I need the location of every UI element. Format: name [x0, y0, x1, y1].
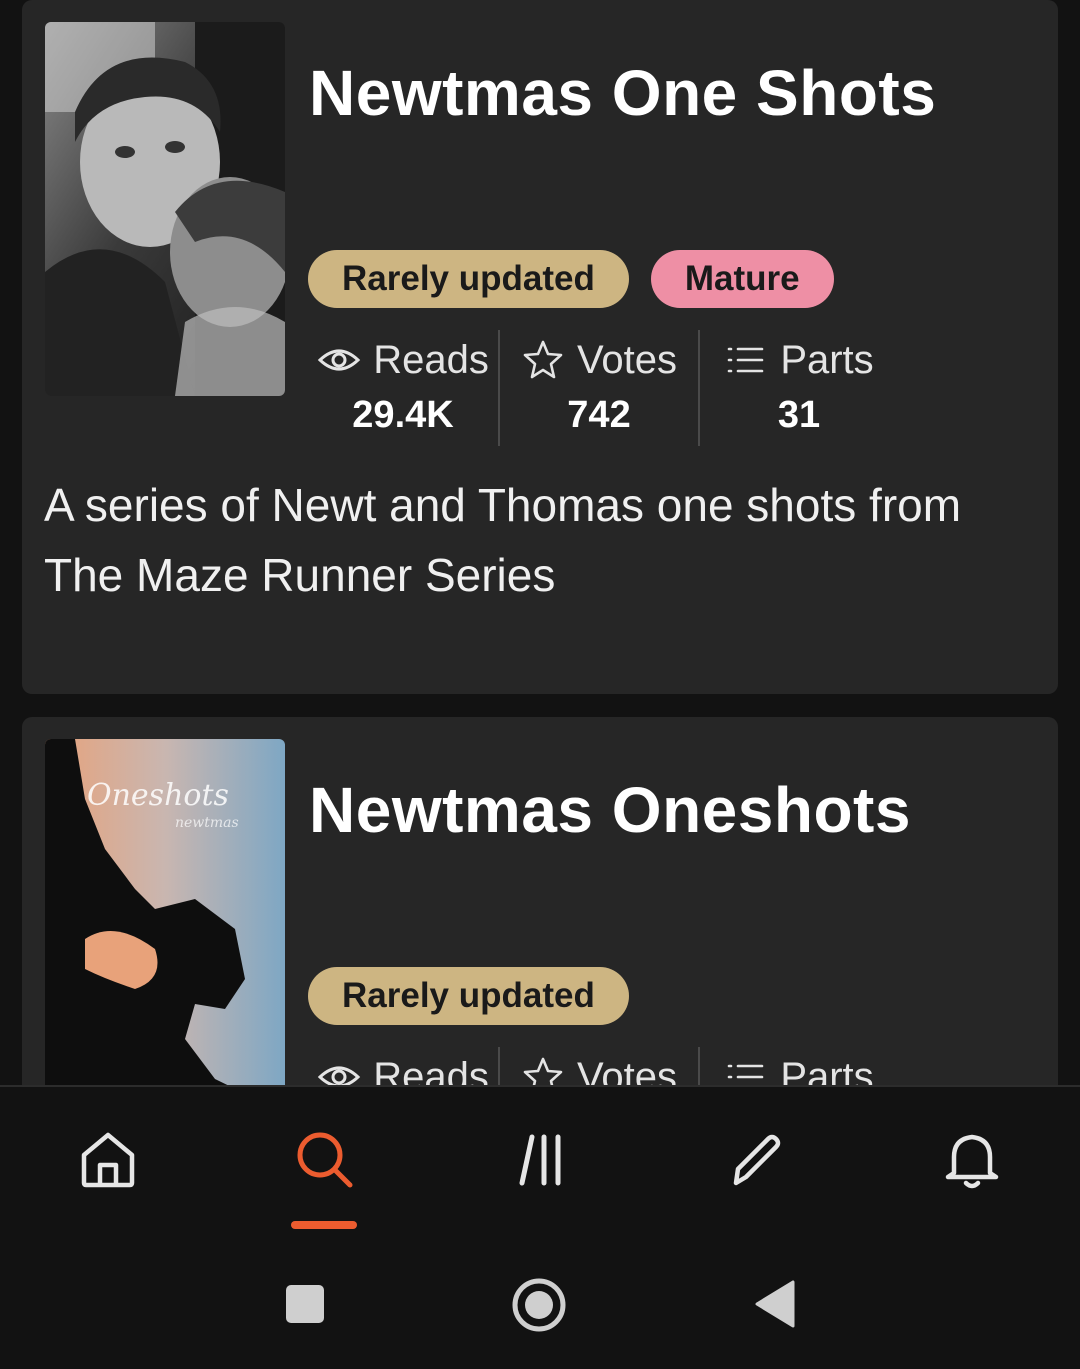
- story-stats: Reads 29.4K Votes 742 Parts 31: [308, 330, 898, 446]
- story-card[interactable]: Newtmas One Shots Rarely updated Mature …: [22, 0, 1058, 694]
- reads-label: Reads: [373, 1054, 489, 1086]
- votes-stat: Votes: [498, 1047, 698, 1085]
- tab-search[interactable]: [279, 1127, 369, 1217]
- story-description: A series of Newt and Thomas one shots fr…: [44, 479, 962, 601]
- back-triangle-icon: [755, 1280, 795, 1328]
- parts-stat: Parts: [698, 1047, 898, 1085]
- reads-stat: Reads 29.4K: [308, 330, 498, 446]
- tab-write[interactable]: [711, 1127, 801, 1217]
- home-icon: [81, 1132, 135, 1188]
- bottom-tab-bar: [0, 1085, 1080, 1240]
- star-icon: [523, 1057, 563, 1085]
- story-feed: Newtmas One Shots Rarely updated Mature …: [0, 0, 1080, 1085]
- system-navigation-bar: [0, 1240, 1080, 1369]
- search-icon: [297, 1132, 353, 1188]
- parts-count: 31: [777, 394, 821, 436]
- eye-icon: [318, 1066, 361, 1085]
- votes-label: Votes: [576, 1054, 678, 1086]
- reads-stat: Reads: [308, 1047, 498, 1085]
- tag-mature: Mature: [650, 250, 834, 308]
- reads-label: Reads: [373, 337, 489, 382]
- cover-subtitle-text: newtmas: [175, 815, 239, 831]
- story-title[interactable]: Newtmas Oneshots: [309, 773, 911, 847]
- tag-rarely-updated: Rarely updated: [308, 250, 629, 308]
- eye-icon: [318, 349, 361, 371]
- write-icon: [733, 1134, 781, 1186]
- list-icon: [728, 347, 764, 373]
- recents-button[interactable]: [281, 1280, 329, 1328]
- tab-notifications[interactable]: [927, 1127, 1017, 1217]
- active-tab-indicator: [291, 1221, 357, 1229]
- tab-home[interactable]: [63, 1127, 153, 1217]
- story-tags: Rarely updated Mature: [308, 250, 834, 308]
- star-icon: [523, 340, 563, 379]
- story-card[interactable]: Oneshots newtmas Newtmas Oneshots Rarely…: [22, 717, 1058, 1085]
- tag-rarely-updated: Rarely updated: [308, 967, 629, 1025]
- parts-label: Parts: [780, 1054, 874, 1086]
- reads-count: 29.4K: [352, 394, 454, 436]
- parts-stat: Parts 31: [698, 330, 898, 446]
- back-button[interactable]: [750, 1278, 798, 1330]
- story-stats: Reads Votes Parts: [308, 1047, 898, 1085]
- story-tags: Rarely updated: [308, 967, 629, 1025]
- bell-icon: [945, 1134, 999, 1189]
- story-cover-image[interactable]: Oneshots newtmas: [45, 739, 285, 1085]
- square-icon: [286, 1285, 324, 1323]
- votes-stat: Votes 742: [498, 330, 698, 446]
- cover-title-text: Oneshots: [87, 778, 229, 813]
- library-icon: [519, 1134, 561, 1186]
- story-title[interactable]: Newtmas One Shots: [309, 56, 936, 130]
- parts-label: Parts: [780, 337, 874, 382]
- circle-icon: [512, 1278, 566, 1332]
- list-icon: [728, 1064, 764, 1079]
- votes-label: Votes: [576, 337, 678, 382]
- tab-library[interactable]: [497, 1127, 587, 1217]
- story-cover-image[interactable]: [45, 22, 285, 396]
- home-nav-button[interactable]: [510, 1276, 568, 1334]
- votes-count: 742: [567, 394, 631, 436]
